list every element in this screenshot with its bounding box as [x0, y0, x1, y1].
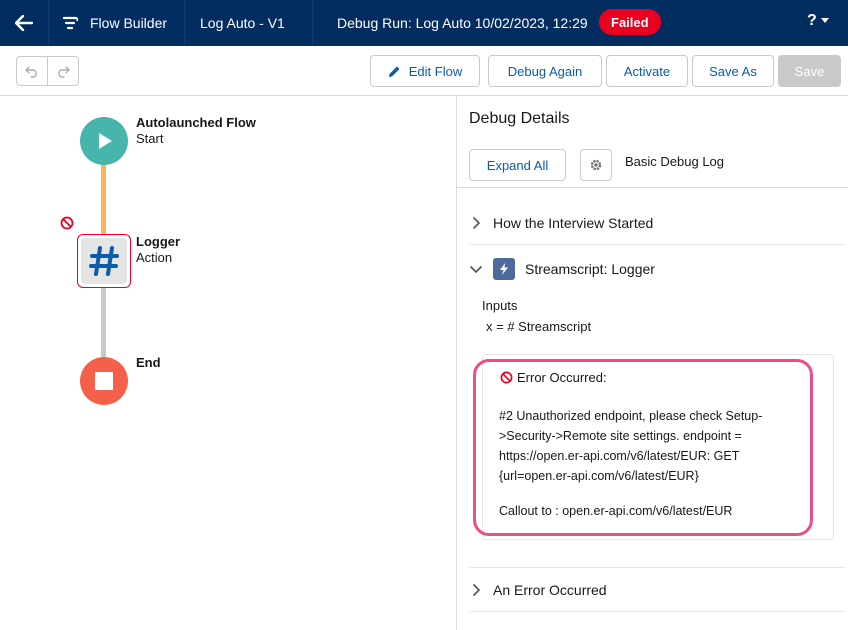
section-error-occurred[interactable]: An Error Occurred	[469, 579, 845, 601]
save-as-label: Save As	[709, 63, 757, 79]
error-ban-icon	[60, 216, 74, 230]
start-node-title: Autolaunched Flow	[136, 115, 256, 130]
save-as-button[interactable]: Save As	[692, 55, 774, 87]
debug-log-level: Basic Debug Log	[625, 154, 725, 169]
hash-icon	[89, 246, 119, 276]
debug-again-button[interactable]: Debug Again	[488, 55, 602, 87]
inputs-value: x = # Streamscript	[486, 319, 592, 334]
start-node[interactable]	[80, 117, 128, 165]
end-node-label: End	[136, 355, 161, 371]
help-menu-button[interactable]: ?	[807, 12, 829, 30]
help-label: ?	[807, 12, 817, 29]
activate-label: Activate	[623, 63, 671, 79]
end-node-title: End	[136, 355, 161, 370]
error-title: Error Occurred:	[517, 370, 607, 385]
arrow-left-icon	[15, 15, 33, 31]
end-node[interactable]	[80, 357, 128, 405]
play-icon	[99, 133, 112, 149]
flow-name: Log Auto - V1	[200, 15, 285, 31]
section-label: Streamscript: Logger	[525, 261, 655, 277]
save-button[interactable]: Save	[778, 55, 841, 87]
error-message: #2 Unauthorized endpoint, please check S…	[499, 409, 763, 483]
undo-icon	[25, 66, 37, 78]
status-badge: Failed	[599, 9, 661, 35]
logger-node-label: Logger Action	[136, 234, 180, 266]
section-label: An Error Occurred	[493, 582, 607, 598]
redo-icon	[58, 66, 70, 78]
debug-options-button[interactable]	[580, 149, 612, 181]
debug-panel-header: Debug Details Expand All Basic Debug Log	[457, 96, 848, 188]
flow-icon	[62, 16, 79, 30]
error-heading: Error Occurred:	[500, 370, 607, 385]
header-divider	[48, 0, 49, 46]
panel-title: Debug Details	[469, 110, 570, 127]
app-title: Flow Builder	[60, 0, 167, 46]
chevron-down-icon	[470, 266, 482, 273]
error-ban-icon	[500, 371, 513, 384]
top-header: Flow Builder Log Auto - V1 Debug Run: Lo…	[0, 0, 848, 46]
callout-text: Callout to : open.er-api.com/v6/latest/E…	[499, 504, 733, 518]
start-node-subtitle: Start	[136, 131, 164, 146]
inputs-label: Inputs	[482, 298, 518, 313]
section-divider	[469, 567, 845, 568]
toolbar: Edit Flow Debug Again Activate Save As S…	[0, 46, 848, 96]
section-divider	[469, 244, 845, 245]
header-divider	[312, 0, 313, 46]
app-name: Flow Builder	[90, 15, 168, 31]
redo-button[interactable]	[47, 57, 78, 85]
flow-canvas[interactable]: Autolaunched Flow Start Logger Action En…	[0, 96, 456, 630]
section-label: How the Interview Started	[493, 215, 654, 231]
debug-details-panel: Debug Details Expand All Basic Debug Log…	[456, 96, 848, 630]
logger-action-node[interactable]	[77, 234, 131, 288]
stop-icon	[95, 372, 113, 390]
debug-again-label: Debug Again	[507, 63, 583, 79]
edit-flow-label: Edit Flow	[408, 63, 463, 79]
gear-icon	[590, 159, 602, 171]
undo-button[interactable]	[17, 57, 47, 85]
undo-redo-group	[16, 56, 79, 86]
back-button[interactable]	[0, 0, 48, 46]
header-divider	[184, 0, 185, 46]
pencil-icon	[388, 66, 400, 77]
activate-button[interactable]: Activate	[606, 55, 688, 87]
chevron-right-icon	[473, 217, 480, 229]
edit-flow-button[interactable]: Edit Flow	[370, 55, 480, 87]
logger-node-subtitle: Action	[136, 250, 173, 265]
chevron-right-icon	[473, 584, 480, 596]
save-label: Save	[794, 63, 825, 79]
connector-start-logger	[101, 165, 106, 234]
start-node-label: Autolaunched Flow Start	[136, 115, 256, 147]
logger-node-title: Logger	[136, 234, 181, 249]
chevron-down-icon	[820, 18, 829, 23]
section-streamscript-logger[interactable]: Streamscript: Logger	[469, 257, 845, 281]
section-interview-started[interactable]: How the Interview Started	[469, 212, 845, 234]
section-divider	[469, 611, 845, 612]
lightning-icon	[493, 258, 515, 280]
run-title: Debug Run: Log Auto 10/02/2023, 12:29	[337, 15, 588, 31]
expand-all-button[interactable]: Expand All	[469, 149, 566, 181]
connector-logger-end	[101, 288, 106, 357]
